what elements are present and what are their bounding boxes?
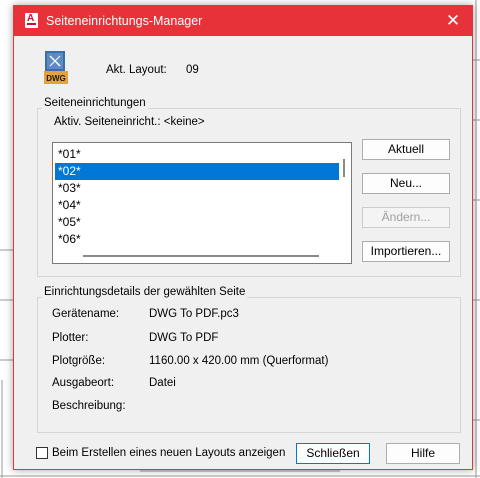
page-setup-manager-dialog: A Seiteneinrichtungs-Manager ✕ DWG Akt. … (13, 5, 473, 470)
vertical-scrollbar[interactable] (343, 159, 345, 177)
plotter-value: DWG To PDF (149, 332, 219, 344)
output-location-value: Datei (149, 377, 176, 389)
page-setup-list[interactable]: *01* *02* *03* *04* *05* *06* (52, 142, 352, 264)
list-item[interactable]: *01* (55, 146, 339, 163)
show-on-new-layout-checkbox[interactable] (36, 447, 48, 459)
close-icon[interactable]: ✕ (442, 10, 464, 32)
list-item[interactable]: *05* (55, 214, 339, 231)
title-bar[interactable]: A Seiteneinrichtungs-Manager ✕ (14, 6, 472, 36)
description-label: Beschreibung: (52, 400, 126, 412)
window-title: Seiteneinrichtungs-Manager (46, 14, 203, 28)
close-button[interactable]: Schließen (296, 443, 370, 464)
set-current-button[interactable]: Aktuell (362, 139, 450, 160)
current-layout-value: 09 (186, 64, 199, 76)
new-button[interactable]: Neu... (362, 173, 450, 194)
horizontal-scrollbar[interactable] (83, 255, 319, 257)
plot-size-label: Plotgröße: (52, 355, 106, 367)
active-page-setup-label: Aktiv. Seiteneinricht.: <keine> (54, 116, 205, 128)
output-location-label: Ausgabeort: (52, 377, 115, 389)
show-on-new-layout-label[interactable]: Beim Erstellen eines neuen Layouts anzei… (52, 447, 285, 459)
list-item-selected[interactable]: *02* (55, 163, 339, 180)
device-name-label: Gerätename: (52, 308, 120, 320)
svg-text:DWG: DWG (46, 74, 66, 83)
device-name-value: DWG To PDF.pc3 (149, 308, 239, 320)
plotter-label: Plotter: (52, 332, 89, 344)
help-button[interactable]: Hilfe (386, 443, 460, 464)
plot-size-value: 1160.00 x 420.00 mm (Querformat) (149, 355, 329, 367)
modify-button[interactable]: Ändern... (362, 207, 450, 228)
details-group-title: Einrichtungsdetails der gewählten Seite (42, 286, 248, 298)
list-item[interactable]: *06* (55, 231, 339, 248)
list-item[interactable]: *03* (55, 180, 339, 197)
page-setups-group-title: Seiteneinrichtungen (42, 97, 148, 109)
import-button[interactable]: Importieren... (362, 241, 450, 262)
autocad-app-icon: A (25, 13, 38, 28)
dwg-file-icon: DWG (44, 51, 68, 84)
list-item[interactable]: *04* (55, 197, 339, 214)
current-layout-label: Akt. Layout: (106, 64, 167, 76)
